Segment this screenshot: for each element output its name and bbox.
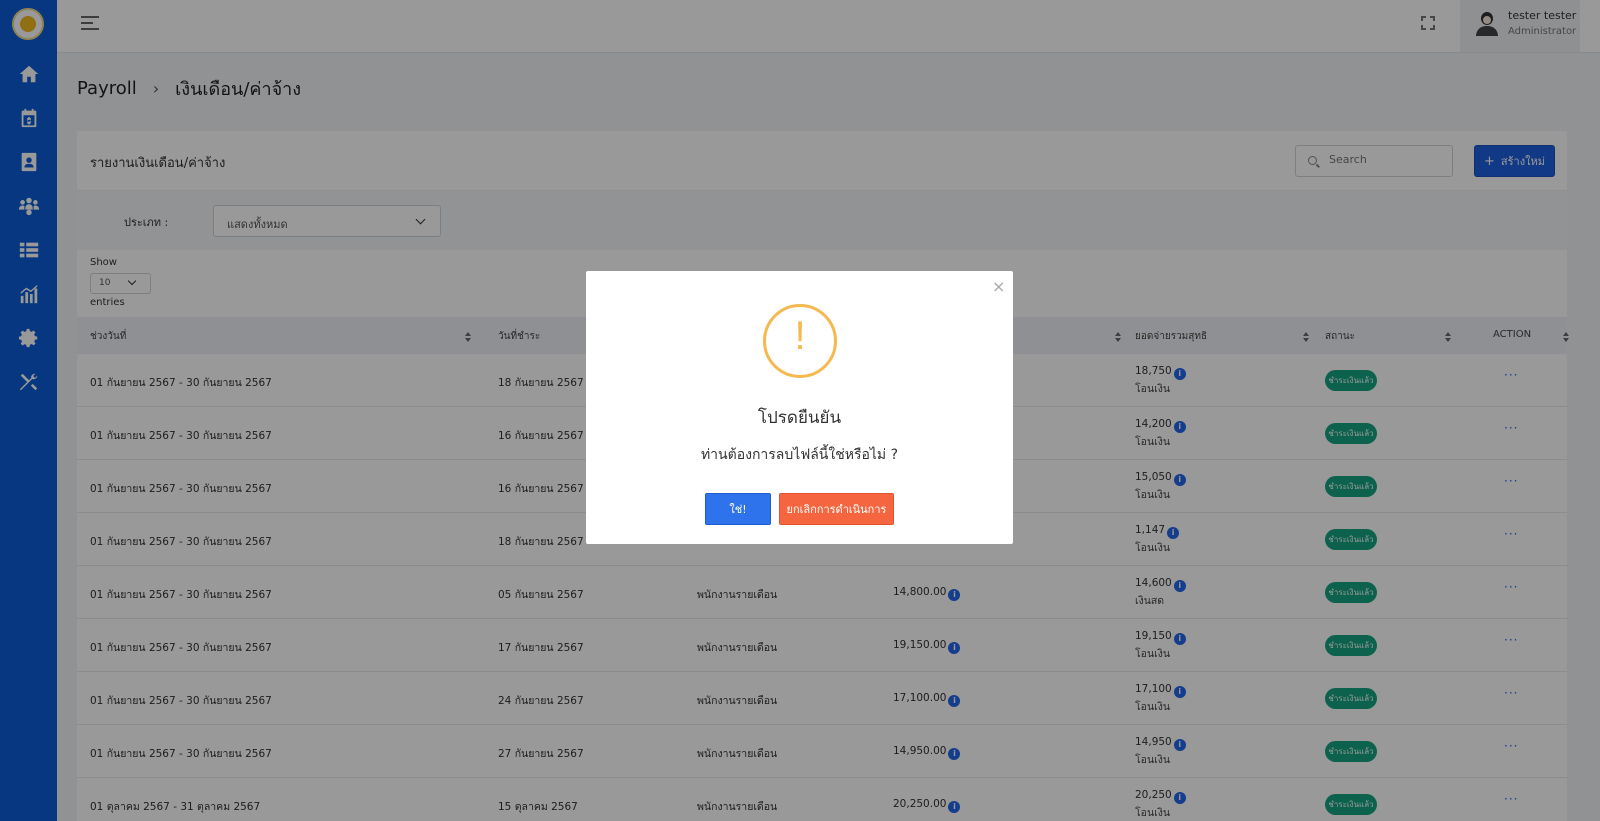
dialog-title: โปรดยืนยัน [757, 408, 842, 428]
cancel-button[interactable]: ยกเลิกการดำเนินการ [779, 493, 894, 525]
dialog-message: ท่านต้องการลบไฟล์นี้ใช่หรือไม่ ? [700, 447, 899, 463]
modal-backdrop[interactable]: × ! โปรดยืนยัน ท่านต้องการลบไฟล์นี้ใช่หร… [0, 0, 1600, 821]
warning-icon: ! [763, 304, 837, 378]
confirm-button[interactable]: ใช่! [705, 493, 771, 525]
confirm-dialog: × ! โปรดยืนยัน ท่านต้องการลบไฟล์นี้ใช่หร… [586, 271, 1013, 544]
warning-glyph: ! [794, 314, 806, 358]
close-icon[interactable]: × [992, 277, 1005, 296]
